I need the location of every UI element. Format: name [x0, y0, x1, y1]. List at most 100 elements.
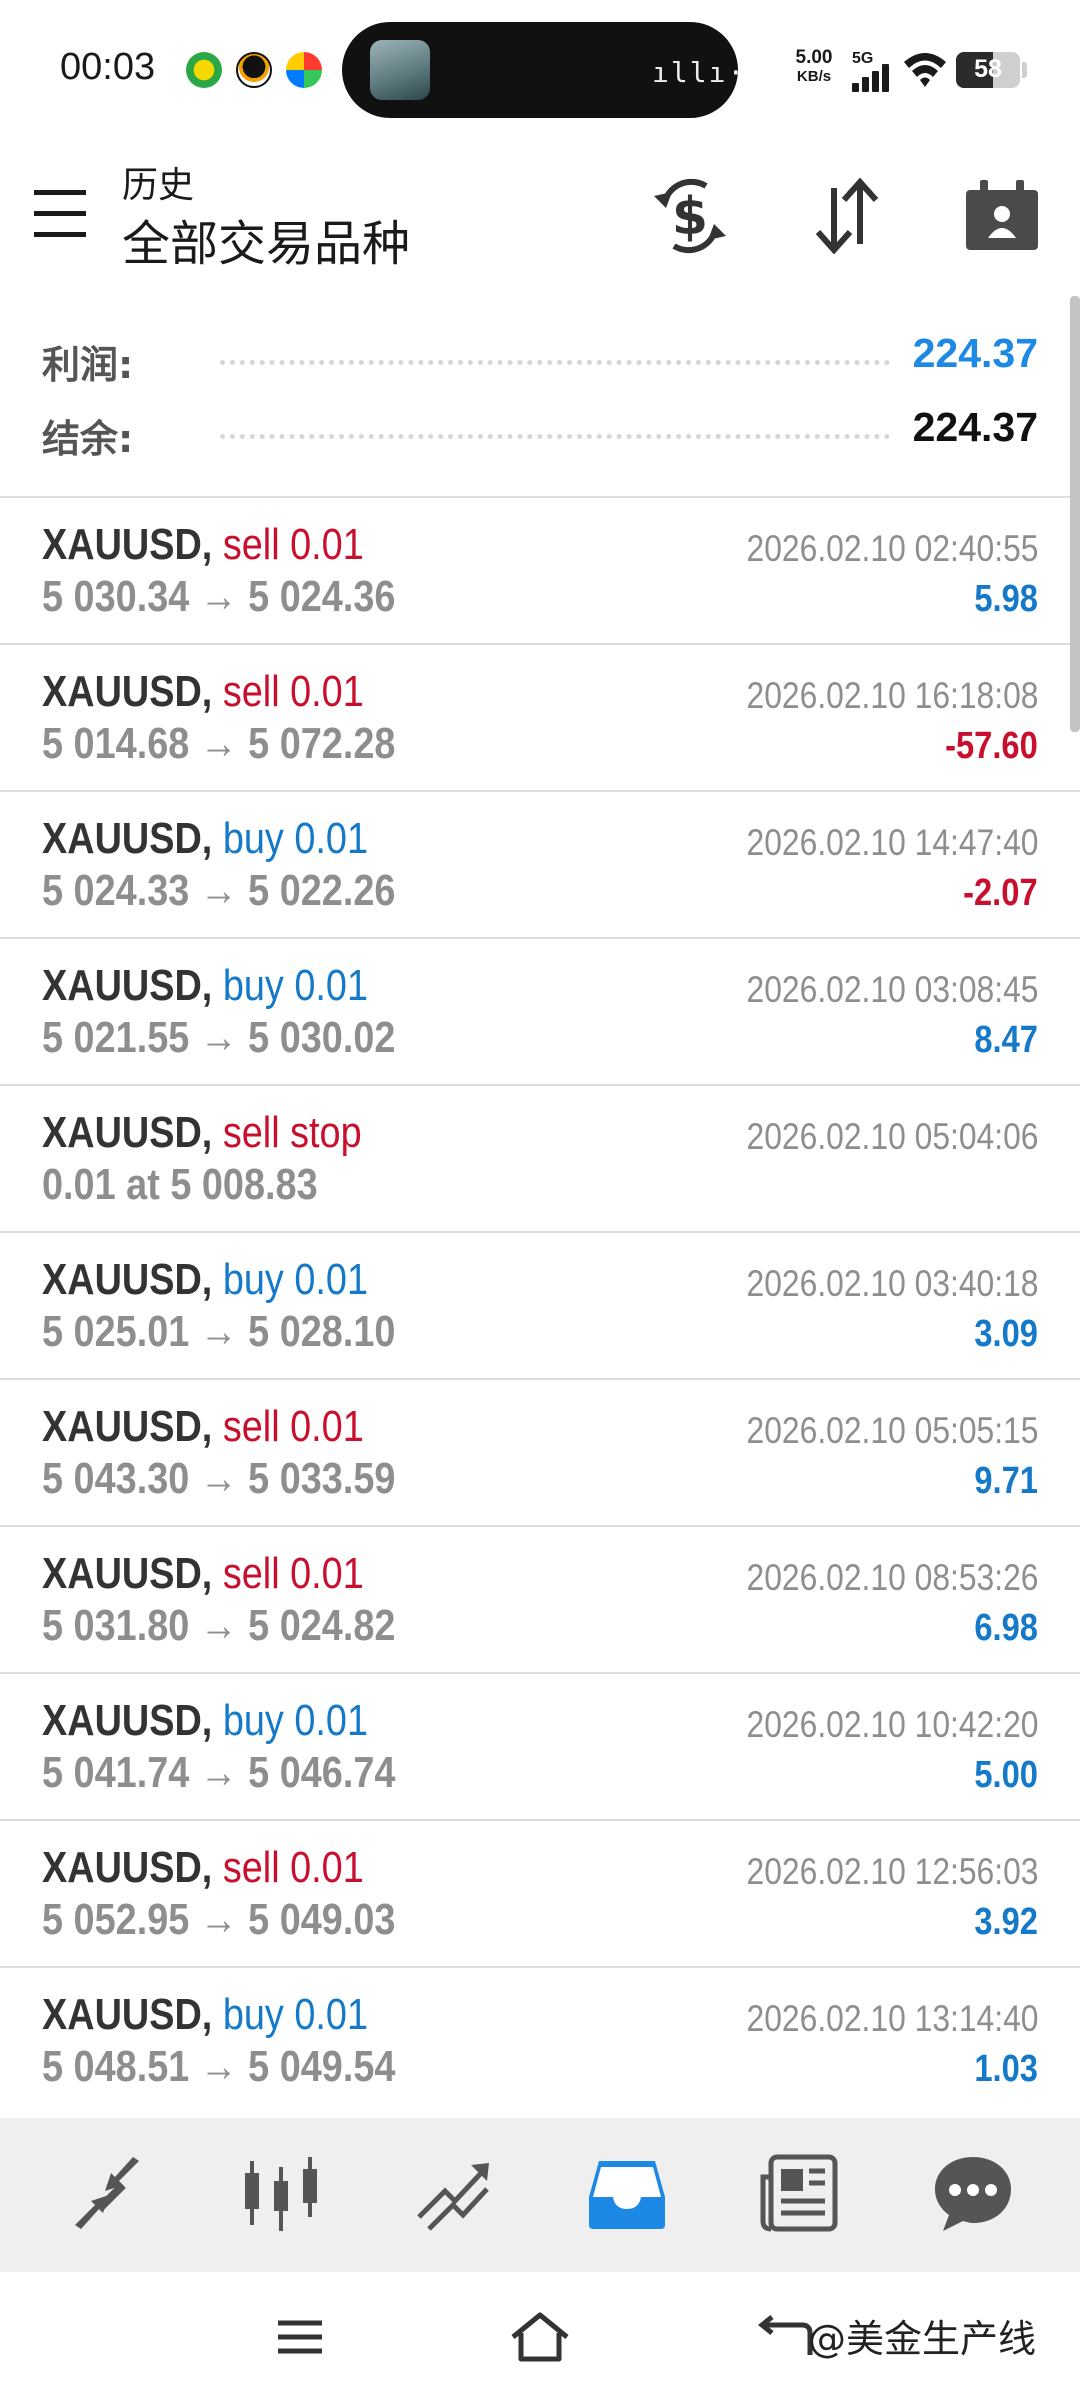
status-bar: 00:03 ıllı· 5.00 KB/s 5G 58 [0, 0, 1080, 140]
deal-prices: 5 025.01 → 5 028.10 [42, 1307, 396, 1356]
deal-prices: 5 021.55 → 5 030.02 [42, 1013, 396, 1062]
quotes-icon [75, 2157, 139, 2229]
qq-icon [236, 52, 272, 88]
deal-symbol: XAUUSD, [42, 1549, 213, 1598]
deal-time: 2026.02.10 13:14:40 [746, 1998, 1038, 2039]
tab-chat[interactable] [918, 2138, 1028, 2248]
deal-time: 2026.02.10 03:08:45 [746, 969, 1038, 1010]
tab-chart[interactable] [226, 2138, 336, 2248]
system-navigation: @美金生产线 [0, 2272, 1080, 2400]
profit-row: 利润: 224.37 [0, 322, 1080, 392]
deal-prices: 5 048.51 → 5 049.54 [42, 2042, 396, 2091]
app-notification-icon [286, 52, 322, 88]
tab-history[interactable] [572, 2138, 682, 2248]
tab-trade[interactable] [398, 2138, 508, 2248]
balance-label: 结余: [42, 408, 144, 463]
deal-time: 2026.02.10 14:47:40 [746, 822, 1038, 863]
deal-symbol: XAUUSD, [42, 1990, 213, 2039]
profit-value: 224.37 [912, 330, 1038, 376]
deal-prices: 0.01 at 5 008.83 [42, 1160, 318, 1209]
battery-tip [1022, 62, 1027, 78]
profit-label: 利润: [42, 334, 144, 389]
deal-profit: -57.60 [945, 725, 1038, 767]
battery-icon: 58 [956, 52, 1020, 88]
dynamic-island[interactable]: ıllı· [342, 22, 744, 118]
deal-type: sell 0.01 [222, 667, 364, 716]
chart-icon [245, 2157, 317, 2231]
deal-prices: 5 014.68 → 5 072.28 [42, 719, 396, 768]
deal-row[interactable]: XAUUSD, buy 0.01 5 041.74 → 5 046.74 2026.… [0, 1672, 1080, 1819]
balance-row: 结余: 224.37 [0, 396, 1080, 466]
deal-profit: 3.92 [974, 1901, 1038, 1943]
deal-symbol: XAUUSD, [42, 1108, 213, 1157]
recent-apps-button[interactable] [260, 2302, 340, 2372]
deal-title: XAUUSD, sell 0.01 [42, 1402, 364, 1452]
scrollbar[interactable] [1070, 296, 1080, 732]
deal-profit: 5.00 [974, 1754, 1038, 1796]
deal-symbol: XAUUSD, [42, 961, 213, 1010]
deal-row[interactable]: XAUUSD, sell 0.01 5 031.80 → 5 024.82 2026… [0, 1525, 1080, 1672]
calendar-button[interactable] [956, 170, 1048, 262]
deal-symbol: XAUUSD, [42, 667, 213, 716]
deal-profit: 1.03 [974, 2048, 1038, 2090]
deal-row[interactable]: XAUUSD, sell 0.01 5 052.95 → 5 049.03 2026… [0, 1819, 1080, 1966]
app-bar: 历史 全部交易品种 $ [0, 140, 1080, 290]
deal-symbol: XAUUSD, [42, 814, 213, 863]
deal-row[interactable]: XAUUSD, sell 0.01 5 014.68 → 5 072.28 2026… [0, 643, 1080, 790]
deal-title: XAUUSD, buy 0.01 [42, 814, 368, 864]
deal-type: buy 0.01 [222, 1255, 369, 1304]
tab-news[interactable] [744, 2138, 854, 2248]
deal-symbol: XAUUSD, [42, 1696, 213, 1745]
deal-type: sell 0.01 [222, 520, 364, 569]
page-title[interactable]: 全部交易品种 [122, 204, 410, 274]
deal-time: 2026.02.10 10:42:20 [746, 1704, 1038, 1745]
deal-row[interactable]: XAUUSD, sell 0.01 5 043.30 → 5 033.59 2026… [0, 1378, 1080, 1525]
deal-time: 2026.02.10 12:56:03 [746, 1851, 1038, 1892]
deals-list[interactable]: XAUUSD, sell 0.01 5 030.34 → 5 024.36 2026… [0, 496, 1080, 2118]
deal-time: 2026.02.10 05:04:06 [746, 1116, 1038, 1157]
deal-time: 2026.02.10 08:53:26 [746, 1557, 1038, 1598]
deal-title: XAUUSD, sell 0.01 [42, 520, 364, 570]
deal-row[interactable]: XAUUSD, buy 0.01 5 025.01 → 5 028.10 2026.… [0, 1231, 1080, 1378]
deal-prices: 5 052.95 → 5 049.03 [42, 1895, 396, 1944]
deal-row[interactable]: XAUUSD, buy 0.01 5 024.33 → 5 022.26 2026.… [0, 790, 1080, 937]
status-clock: 00:03 [60, 46, 156, 88]
leader-dots [220, 360, 890, 365]
deal-prices: 5 024.33 → 5 022.26 [42, 866, 396, 915]
deal-title: XAUUSD, sell 0.01 [42, 1549, 364, 1599]
menu-icon[interactable] [24, 184, 96, 244]
deal-title: XAUUSD, sell 0.01 [42, 667, 364, 717]
history-icon [589, 2161, 665, 2229]
deal-prices: 5 031.80 → 5 024.82 [42, 1601, 396, 1650]
app-screen: 00:03 ıllı· 5.00 KB/s 5G 58 历史 全部交易品种 $ … [0, 0, 1080, 2400]
home-icon [511, 2312, 569, 2362]
deal-time: 2026.02.10 05:05:15 [746, 1410, 1038, 1451]
deal-type: sell 0.01 [222, 1549, 364, 1598]
chat-icon [935, 2157, 1011, 2231]
sort-button[interactable] [800, 170, 892, 262]
notification-icons [186, 52, 322, 88]
tab-quotes[interactable] [52, 2138, 162, 2248]
deal-symbol: XAUUSD, [42, 520, 213, 569]
deal-row[interactable]: XAUUSD, buy 0.01 5 048.51 → 5 049.54 2026.… [0, 1966, 1080, 2113]
balance-value: 224.37 [912, 404, 1038, 450]
news-icon [760, 2154, 838, 2232]
battery-level: 58 [974, 55, 1002, 83]
deal-row[interactable]: XAUUSD, buy 0.01 5 021.55 → 5 030.02 2026.… [0, 937, 1080, 1084]
deal-row[interactable]: XAUUSD, sell 0.01 5 030.34 → 5 024.36 2026… [0, 496, 1080, 643]
watermark-text: @美金生产线 [808, 2317, 1037, 2361]
svg-text:$: $ [672, 187, 708, 247]
bottom-navigation [0, 2118, 1080, 2272]
deposit-withdraw-button[interactable]: $ [644, 170, 736, 262]
deal-type: sell stop [222, 1108, 362, 1157]
deal-symbol: XAUUSD, [42, 1843, 213, 1892]
deal-row[interactable]: XAUUSD, sell stop 0.01 at 5 008.83 2026.02… [0, 1084, 1080, 1231]
calendar-icon [966, 180, 1038, 250]
audio-wave-icon: ıllı· [652, 56, 747, 89]
deal-symbol: XAUUSD, [42, 1402, 213, 1451]
deal-title: XAUUSD, sell stop [42, 1108, 362, 1158]
leader-dots [220, 434, 890, 439]
home-button[interactable] [500, 2302, 580, 2372]
deposit-withdraw-icon: $ [654, 178, 726, 254]
deal-type: buy 0.01 [222, 814, 369, 863]
